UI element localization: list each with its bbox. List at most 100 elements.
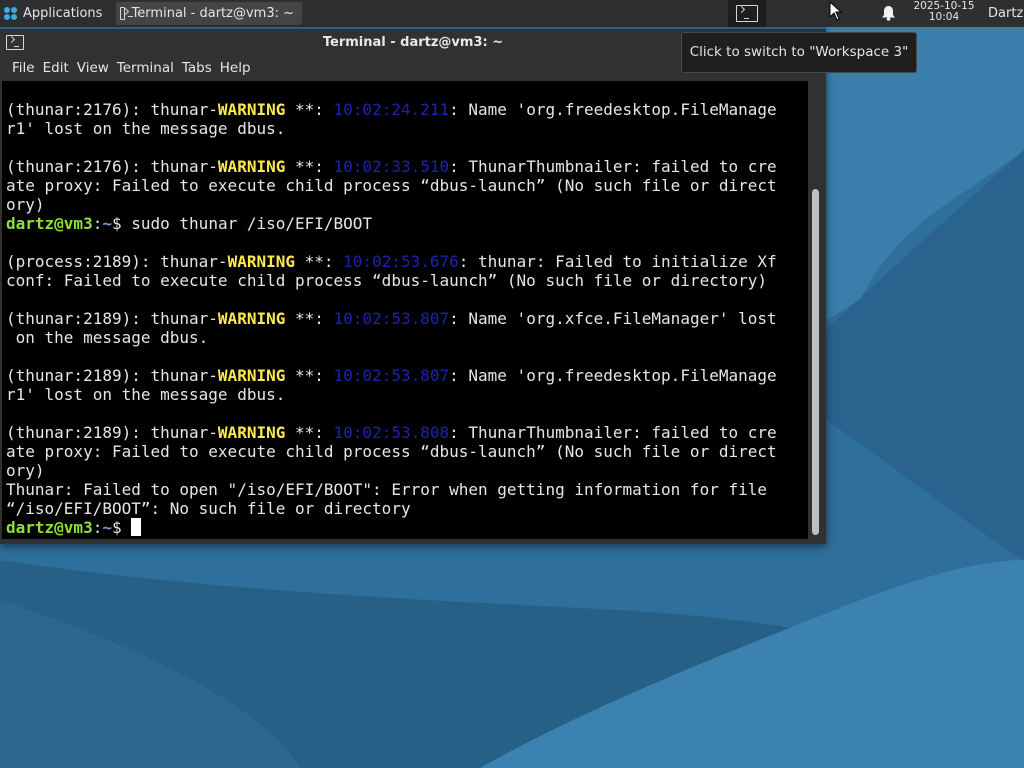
menu-view[interactable]: View <box>77 60 117 76</box>
output-text: ory) <box>6 195 45 214</box>
output-text: r1' lost on the message dbus. <box>6 119 286 138</box>
taskbar-terminal-button[interactable]: Terminal - dartz@vm3: ~ <box>116 2 302 25</box>
terminal-icon <box>120 7 132 20</box>
prompt-symbol: $ <box>111 518 132 537</box>
clock[interactable]: 2025-10-15 10:04 <box>906 1 982 23</box>
terminal-line: (thunar:2176): thunar-WARNING **: 10:02:… <box>6 157 808 176</box>
prompt-separator: : <box>92 214 103 233</box>
workspace-tooltip: Click to switch to "Workspace 3" <box>681 32 917 73</box>
terminal-line: dartz@vm3:~$ sudo thunar /iso/EFI/BOOT <box>6 214 808 233</box>
output-text: : ThunarThumbnailer: failed to cre <box>449 423 777 442</box>
output-text: ate proxy: Failed to execute child proce… <box>6 176 777 195</box>
output-text: **: <box>285 100 334 119</box>
output-text: **: <box>285 157 334 176</box>
output-text: ate proxy: Failed to execute child proce… <box>6 442 777 461</box>
prompt-separator: : <box>92 518 103 537</box>
user-menu[interactable]: Dartz <box>988 0 1023 27</box>
menu-edit[interactable]: Edit <box>43 60 77 76</box>
terminal-line: “/iso/EFI/BOOT”: No such file or directo… <box>6 499 808 518</box>
warning-label: WARNING <box>227 252 295 271</box>
menu-tabs[interactable]: Tabs <box>182 60 220 76</box>
warning-label: WARNING <box>217 100 286 119</box>
terminal-window: Terminal - dartz@vm3: ~ File Edit View Term… <box>0 29 826 544</box>
taskbar-terminal-title: Terminal - dartz@vm3: ~ <box>131 6 294 21</box>
terminal-line: ate proxy: Failed to execute child proce… <box>6 176 808 195</box>
workspace-1[interactable] <box>728 0 766 27</box>
output-text: (thunar:2189): thunar- <box>6 366 218 385</box>
terminal-line: Thunar: Failed to open "/iso/EFI/BOOT": … <box>6 480 808 499</box>
bell-icon[interactable] <box>881 5 896 21</box>
timestamp: 10:02:53.807 <box>333 366 450 385</box>
applications-menu[interactable]: Applications <box>0 0 112 27</box>
output-text: : thunar: Failed to initialize Xf <box>458 252 777 271</box>
output-text: Thunar: Failed to open "/iso/EFI/BOOT": … <box>6 480 767 499</box>
menu-help[interactable]: Help <box>220 60 259 76</box>
prompt-user: dartz@vm3 <box>6 518 93 537</box>
terminal-line: ate proxy: Failed to execute child proce… <box>6 442 808 461</box>
output-text: **: <box>295 252 344 271</box>
warning-label: WARNING <box>217 157 286 176</box>
output-text: **: <box>285 309 334 328</box>
output-text: “/iso/EFI/BOOT”: No such file or directo… <box>6 499 411 518</box>
clock-time: 10:04 <box>928 11 960 23</box>
scrollbar-thumb[interactable] <box>812 189 819 535</box>
terminal-line: r1' lost on the message dbus. <box>6 385 808 404</box>
output-text: ory) <box>6 461 45 480</box>
warning-label: WARNING <box>217 423 286 442</box>
prompt-symbol: $ <box>111 214 132 233</box>
terminal-line: ory) <box>6 461 808 480</box>
workspace-2[interactable] <box>766 0 804 27</box>
prompt-user: dartz@vm3 <box>6 214 93 233</box>
terminal-line: (thunar:2189): thunar-WARNING **: 10:02:… <box>6 309 808 328</box>
top-panel: Applications Terminal - dartz@vm3: ~ 202… <box>0 0 1024 27</box>
terminal-icon <box>736 5 758 22</box>
output-text: : Name 'org.freedesktop.FileManage <box>449 366 777 385</box>
terminal-line: on the message dbus. <box>6 328 808 347</box>
terminal-line: (process:2189): thunar-WARNING **: 10:02… <box>6 252 808 271</box>
terminal-output[interactable]: (thunar:2176): thunar-WARNING **: 10:02:… <box>2 81 808 539</box>
command-text: sudo thunar /iso/EFI/BOOT <box>131 214 373 233</box>
workspace-switcher[interactable] <box>728 0 808 27</box>
timestamp: 10:02:53.676 <box>343 252 459 271</box>
output-text: (thunar:2176): thunar- <box>6 157 218 176</box>
terminal-line: ory) <box>6 195 808 214</box>
terminal-line: conf: Failed to execute child process “d… <box>6 271 808 290</box>
output-text: **: <box>285 423 334 442</box>
timestamp: 10:02:24.211 <box>333 100 450 119</box>
menu-file[interactable]: File <box>0 60 43 76</box>
warning-label: WARNING <box>217 366 286 385</box>
timestamp: 10:02:53.807 <box>333 309 450 328</box>
output-text: on the message dbus. <box>6 328 209 347</box>
warning-label: WARNING <box>217 309 286 328</box>
terminal-line: dartz@vm3:~$ <box>6 518 808 537</box>
prompt-path: ~ <box>102 214 112 233</box>
xfce-logo-icon <box>4 7 17 20</box>
output-text: r1' lost on the message dbus. <box>6 385 286 404</box>
output-text: : ThunarThumbnailer: failed to cre <box>449 157 777 176</box>
output-text: (thunar:2189): thunar- <box>6 423 218 442</box>
prompt-path: ~ <box>102 518 112 537</box>
output-text: : Name 'org.xfce.FileManager' lost <box>449 309 777 328</box>
terminal-line: (thunar:2189): thunar-WARNING **: 10:02:… <box>6 366 808 385</box>
terminal-line: r1' lost on the message dbus. <box>6 119 808 138</box>
text-cursor <box>131 518 142 536</box>
timestamp: 10:02:53.808 <box>333 423 450 442</box>
output-text: (process:2189): thunar- <box>6 252 228 271</box>
output-text: conf: Failed to execute child process “d… <box>6 271 767 290</box>
menu-terminal[interactable]: Terminal <box>117 60 182 76</box>
terminal-line: (thunar:2189): thunar-WARNING **: 10:02:… <box>6 423 808 442</box>
scrollbar[interactable] <box>808 81 824 539</box>
terminal-line: (thunar:2176): thunar-WARNING **: 10:02:… <box>6 100 808 119</box>
output-text: (thunar:2176): thunar- <box>6 100 218 119</box>
pointer-icon <box>829 1 843 21</box>
output-text: (thunar:2189): thunar- <box>6 309 218 328</box>
output-text: : Name 'org.freedesktop.FileManage <box>449 100 777 119</box>
output-text: **: <box>285 366 334 385</box>
timestamp: 10:02:33.510 <box>333 157 450 176</box>
